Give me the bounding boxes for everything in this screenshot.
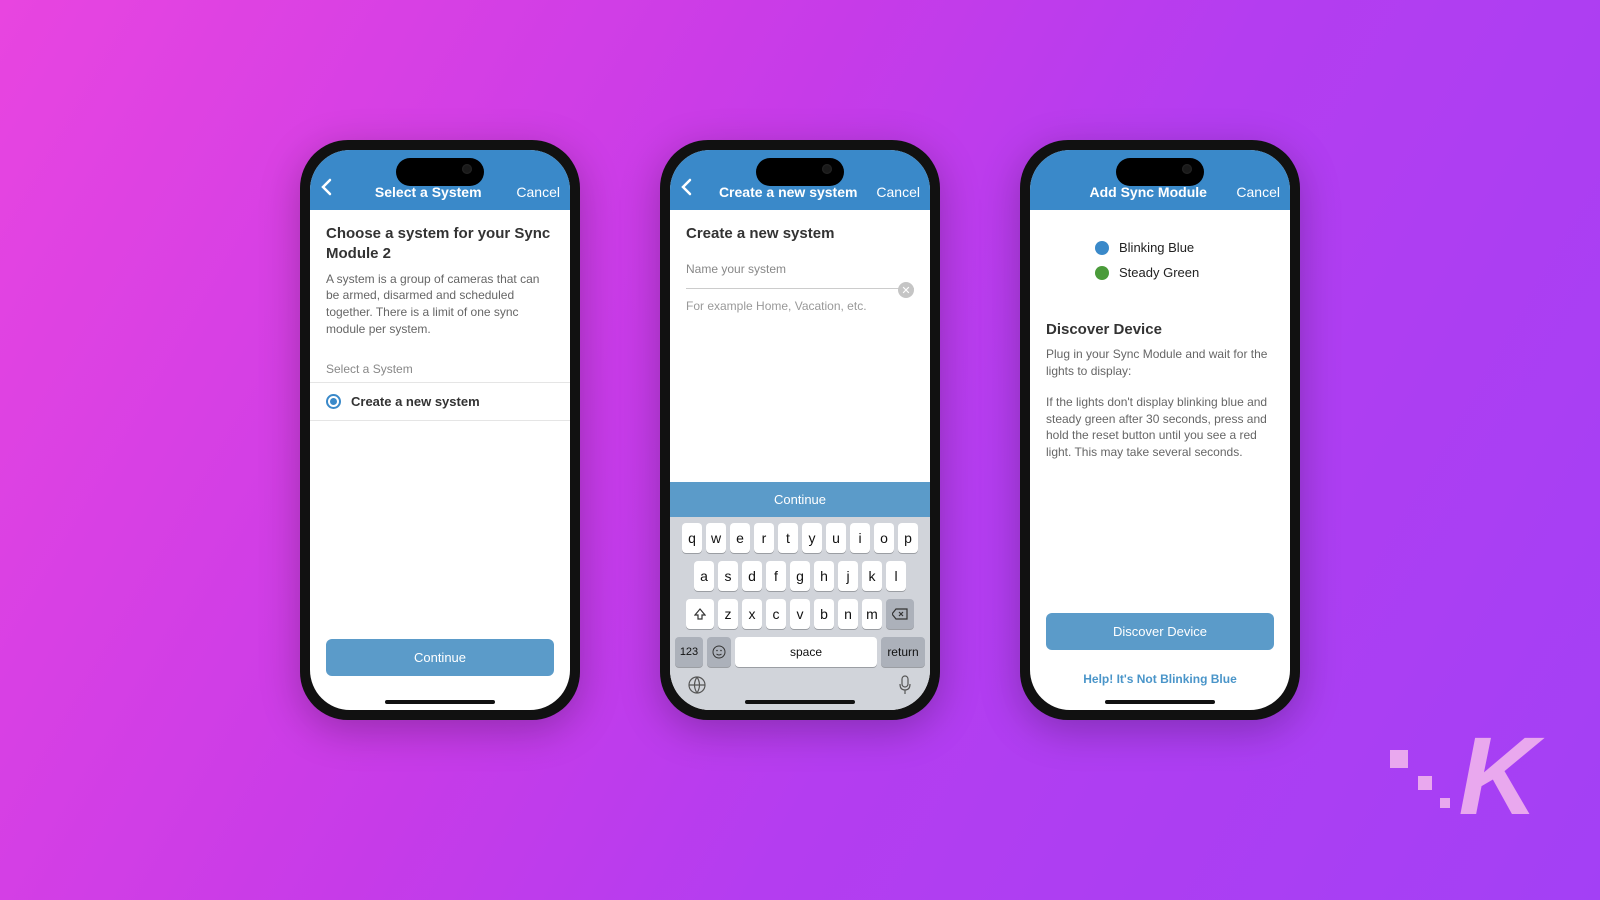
page-description: A system is a group of cameras that can … bbox=[326, 271, 554, 338]
continue-button[interactable]: Continue bbox=[670, 482, 930, 517]
cancel-button[interactable]: Cancel bbox=[876, 184, 920, 200]
key-l[interactable]: l bbox=[886, 561, 906, 591]
blue-dot-icon bbox=[1095, 241, 1109, 255]
cancel-button[interactable]: Cancel bbox=[1236, 184, 1280, 200]
chevron-left-icon bbox=[320, 178, 332, 196]
screen-add-sync-module: Add Sync Module Cancel Blinking Blue Ste… bbox=[1030, 150, 1290, 710]
space-key[interactable]: space bbox=[735, 637, 877, 667]
key-z[interactable]: z bbox=[718, 599, 738, 629]
clear-input-icon[interactable]: ✕ bbox=[898, 282, 914, 298]
continue-button[interactable]: Continue bbox=[326, 639, 554, 676]
help-link[interactable]: Help! It's Not Blinking Blue bbox=[1030, 662, 1290, 696]
screen-create-system: Create a new system Cancel Create a new … bbox=[670, 150, 930, 710]
backspace-key[interactable] bbox=[886, 599, 914, 629]
shift-key[interactable] bbox=[686, 599, 714, 629]
key-c[interactable]: c bbox=[766, 599, 786, 629]
screen-select-system: Select a System Cancel Choose a system f… bbox=[310, 150, 570, 710]
page-heading: Choose a system for your Sync Module 2 bbox=[326, 224, 554, 265]
key-g[interactable]: g bbox=[790, 561, 810, 591]
phone-1: Select a System Cancel Choose a system f… bbox=[300, 140, 580, 720]
watermark-logo: K bbox=[1459, 713, 1530, 840]
globe-key[interactable] bbox=[687, 675, 707, 700]
home-indicator[interactable] bbox=[385, 700, 495, 704]
legend-steady-green: Steady Green bbox=[1095, 265, 1225, 280]
key-a[interactable]: a bbox=[694, 561, 714, 591]
header-title: Add Sync Module bbox=[1060, 184, 1236, 200]
header-title: Select a System bbox=[340, 184, 516, 200]
option-create-new-system[interactable]: Create a new system bbox=[310, 382, 570, 421]
cancel-button[interactable]: Cancel bbox=[516, 184, 560, 200]
key-b[interactable]: b bbox=[814, 599, 834, 629]
key-m[interactable]: m bbox=[862, 599, 882, 629]
key-y[interactable]: y bbox=[802, 523, 822, 553]
chevron-left-icon bbox=[680, 178, 692, 196]
app-header: Create a new system Cancel bbox=[670, 150, 930, 210]
system-name-input[interactable]: ✕ bbox=[686, 280, 914, 289]
page-heading: Create a new system bbox=[686, 224, 914, 244]
keyboard-row-1: qwertyuiop bbox=[673, 523, 927, 553]
backspace-icon bbox=[892, 608, 908, 620]
emoji-key[interactable] bbox=[707, 637, 731, 667]
keyboard-row-3: zxcvbnm bbox=[673, 599, 927, 629]
key-r[interactable]: r bbox=[754, 523, 774, 553]
light-legend: Blinking Blue Steady Green bbox=[1030, 210, 1290, 320]
discover-device-button[interactable]: Discover Device bbox=[1046, 613, 1274, 650]
legend-label: Steady Green bbox=[1119, 265, 1199, 280]
phone-mockup-row: Select a System Cancel Choose a system f… bbox=[0, 0, 1600, 720]
key-t[interactable]: t bbox=[778, 523, 798, 553]
key-i[interactable]: i bbox=[850, 523, 870, 553]
key-d[interactable]: d bbox=[742, 561, 762, 591]
description-2: If the lights don't display blinking blu… bbox=[1046, 394, 1274, 461]
key-u[interactable]: u bbox=[826, 523, 846, 553]
key-q[interactable]: q bbox=[682, 523, 702, 553]
section-label: Select a System bbox=[310, 362, 570, 382]
key-f[interactable]: f bbox=[766, 561, 786, 591]
back-button[interactable] bbox=[680, 178, 700, 200]
mic-icon bbox=[897, 675, 913, 695]
mic-key[interactable] bbox=[897, 675, 913, 700]
key-v[interactable]: v bbox=[790, 599, 810, 629]
home-indicator[interactable] bbox=[745, 700, 855, 704]
app-header: Add Sync Module Cancel bbox=[1030, 150, 1290, 210]
description-1: Plug in your Sync Module and wait for th… bbox=[1046, 346, 1274, 380]
option-label: Create a new system bbox=[351, 394, 480, 409]
key-w[interactable]: w bbox=[706, 523, 726, 553]
key-s[interactable]: s bbox=[718, 561, 738, 591]
keyboard: qwertyuiop asdfghjkl zxcvbnm 123 bbox=[670, 517, 930, 710]
shift-icon bbox=[694, 608, 706, 620]
input-hint: For example Home, Vacation, etc. bbox=[686, 299, 914, 313]
key-e[interactable]: e bbox=[730, 523, 750, 553]
key-k[interactable]: k bbox=[862, 561, 882, 591]
key-o[interactable]: o bbox=[874, 523, 894, 553]
page-heading: Discover Device bbox=[1046, 320, 1274, 340]
radio-selected-icon bbox=[326, 394, 341, 409]
keyboard-row-2: asdfghjkl bbox=[673, 561, 927, 591]
globe-icon bbox=[687, 675, 707, 695]
legend-label: Blinking Blue bbox=[1119, 240, 1194, 255]
key-p[interactable]: p bbox=[898, 523, 918, 553]
return-key[interactable]: return bbox=[881, 637, 925, 667]
phone-3: Add Sync Module Cancel Blinking Blue Ste… bbox=[1020, 140, 1300, 720]
key-x[interactable]: x bbox=[742, 599, 762, 629]
app-header: Select a System Cancel bbox=[310, 150, 570, 210]
key-j[interactable]: j bbox=[838, 561, 858, 591]
green-dot-icon bbox=[1095, 266, 1109, 280]
back-button[interactable] bbox=[320, 178, 340, 200]
legend-blinking-blue: Blinking Blue bbox=[1095, 240, 1225, 255]
numbers-key[interactable]: 123 bbox=[675, 637, 703, 667]
input-label: Name your system bbox=[686, 262, 914, 276]
key-h[interactable]: h bbox=[814, 561, 834, 591]
emoji-icon bbox=[712, 645, 726, 659]
key-n[interactable]: n bbox=[838, 599, 858, 629]
home-indicator[interactable] bbox=[1105, 700, 1215, 704]
phone-2: Create a new system Cancel Create a new … bbox=[660, 140, 940, 720]
header-title: Create a new system bbox=[700, 184, 876, 200]
